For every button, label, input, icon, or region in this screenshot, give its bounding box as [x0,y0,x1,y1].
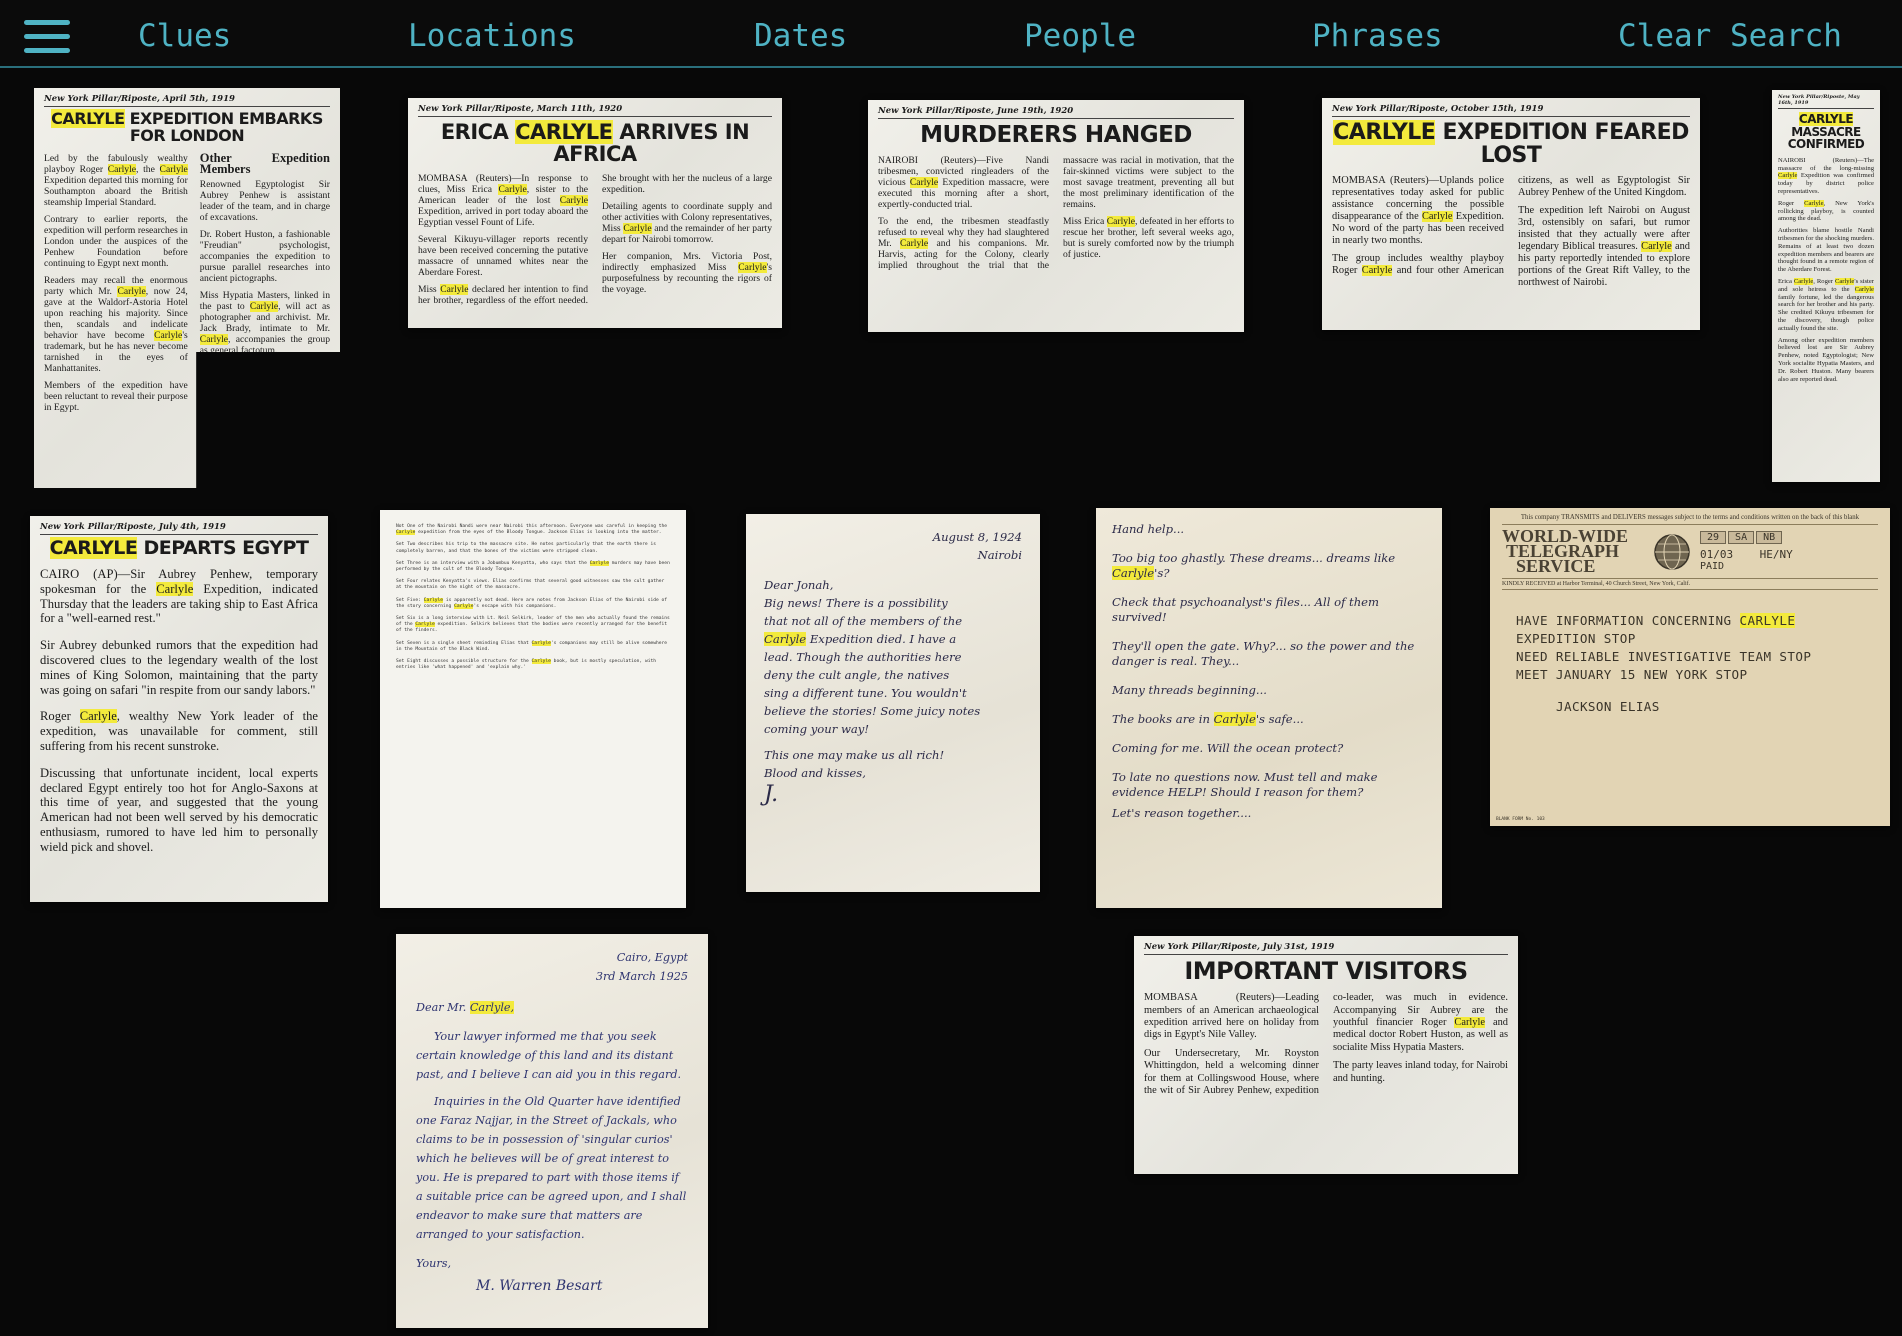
clipping-headline: ERICA CARLYLE ARRIVES IN AFRICA [440,120,750,167]
typed-paragraph: Set Three is an interview with a Jobumbu… [396,560,670,573]
letter-line: Big news! There is a possibility [764,596,948,610]
clipping-expedition-embarks[interactable]: New York Pillar/Riposte, April 5th, 1919… [34,88,340,488]
hamburger-menu-icon[interactable] [24,20,70,54]
letter-line: sing a different tune. You wouldn't [764,686,967,700]
clipping-headline: CARLYLE EXPEDITION EMBARKS FOR LONDON [51,109,323,145]
letter-place: Cairo, Egypt [616,951,688,964]
scribble-line: Coming for me. Will the ocean protect? [1112,741,1344,755]
typed-paragraph: Set Four relates Kenyatta's views. Elias… [396,579,665,591]
typed-paragraph: Set Two describes his trip to the massac… [396,542,656,554]
telegram-footer: BLANK FORM No. 103 [1496,817,1545,822]
clipping-headline: CARLYLE EXPEDITION FEARED LOST [1333,120,1689,169]
globe-icon [1654,533,1690,570]
nav-people[interactable]: People [1024,18,1136,54]
letter-line: lead. Though the authorities here [764,650,962,664]
letter-salutation: Dear Mr. Carlyle, [416,1001,515,1014]
letter-line: Dear Jonah, [764,578,834,592]
clipping-headline: MURDERERS HANGED [920,122,1192,148]
letter-warren-besart[interactable]: Cairo, Egypt 3rd March 1925 Dear Mr. Car… [396,934,708,1328]
clipping-dateline: New York Pillar/Riposte, May 16th, 1919 [1778,94,1874,109]
clipping-dateline: New York Pillar/Riposte, July 31st, 1919 [1144,942,1508,955]
telegram-jackson-elias[interactable]: This company TRANSMITS and DELIVERS mess… [1490,508,1890,826]
clipping-body: NAIROBI (Reuters)—Five Nandi tribesmen, … [878,155,1234,272]
typed-paragraph: Set Five: Carlyle is apparently not dead… [396,597,668,609]
clipping-body: MOMBASA (Reuters)—Uplands police represe… [1332,175,1690,289]
clipping-expedition-feared-lost[interactable]: New York Pillar/Riposte, October 15th, 1… [1322,98,1700,330]
scribble-line: Hand help... [1112,522,1185,536]
letter-paragraph: Your lawyer informed me that you seek ce… [416,1030,682,1081]
letter-line: This one may make us all rich! [764,748,945,762]
clipping-headline: CARLYLE MASSACRE CONFIRMED [1787,112,1865,152]
letter-line: deny the cult angle, the natives [764,668,950,682]
telegram-routing: 29 SA NB 01/03 HE/NY PAID [1700,531,1793,572]
clipping-headline: IMPORTANT VISITORS [1184,957,1468,985]
telegram-signature: JACKSON ELIAS [1556,699,1660,714]
telegram-title: WORLD-WIDE TELEGRAPH SERVICE [1502,526,1629,576]
scribble-line: Let's reason together.... [1112,806,1252,820]
nav-phrases[interactable]: Phrases [1312,18,1443,54]
scribble-line: Too big too ghastly. These dreams... dre… [1112,551,1396,580]
typed-paragraph: Set Six is a long interview with Lt. Nei… [396,616,670,634]
clipping-carlyle-departs-egypt[interactable]: New York Pillar/Riposte, July 4th, 1919 … [30,516,328,902]
letter-line: coming your way! [764,722,870,736]
typed-paragraph: Set Seven is a single sheet reminding El… [396,640,668,652]
clipping-dateline: New York Pillar/Riposte, July 4th, 1919 [40,522,318,535]
top-nav-bar: Clues Locations Dates People Phrases Cle… [0,0,1902,68]
telegram-header: This company TRANSMITS and DELIVERS mess… [1502,514,1878,525]
handwritten-letter-jonah[interactable]: August 8, 1924 Nairobi Dear Jonah, Big n… [746,514,1040,892]
typed-notes-page[interactable]: Not One of the Nairobi Nandi were near N… [380,510,686,908]
clipping-dateline: New York Pillar/Riposte, April 5th, 1919 [44,94,330,107]
letter-signature: J. [764,782,779,807]
typed-paragraph: Set Eight discusses a possible structure… [396,659,657,671]
clipping-important-visitors[interactable]: New York Pillar/Riposte, July 31st, 1919… [1134,936,1518,1174]
clipping-murderers-hanged[interactable]: New York Pillar/Riposte, June 19th, 1920… [868,100,1244,332]
clipping-body: CAIRO (AP)—Sir Aubrey Penhew, temporary … [40,566,318,854]
clipping-body: NAIROBI (Reuters)—The massacre of the lo… [1778,156,1875,383]
nav-clues[interactable]: Clues [138,18,231,54]
scribble-line: Many threads beginning... [1112,683,1267,697]
scribbled-notes-page[interactable]: Hand help... Too big too ghastly. These … [1096,508,1442,908]
letter-signature: M. Warren Besart [476,1278,603,1294]
clipping-dateline: New York Pillar/Riposte, October 15th, 1… [1332,104,1690,117]
letter-line: that not all of the members of the [764,614,963,628]
scribble-line: Check that psychoanalyst's files... All … [1112,595,1380,624]
telegram-message: HAVE INFORMATION CONCERNING CARLYLE EXPE… [1502,612,1878,716]
clipping-column-left: Led by the fabulously wealthy playboy Ro… [44,152,188,413]
letter-line: Carlyle Expedition died. I have a [764,632,957,646]
letter-place: Nairobi [977,548,1022,562]
nav-clear-search[interactable]: Clear Search [1618,18,1842,54]
clipping-body: MOMBASA (Reuters)—In response to clues, … [418,173,773,307]
letter-closing: Yours, [416,1257,451,1270]
clipping-dateline: New York Pillar/Riposte, June 19th, 1920 [878,106,1234,119]
letter-line: believe the stories! Some juicy notes [764,704,981,718]
scribble-line: They'll open the gate. Why?... so the po… [1112,639,1415,668]
clipping-body: MOMBASA (Reuters)—Leading members of an … [1144,992,1508,1097]
clipping-massacre-confirmed[interactable]: New York Pillar/Riposte, May 16th, 1919 … [1772,90,1880,482]
nav-dates[interactable]: Dates [754,18,847,54]
letter-date: 3rd March 1925 [595,970,688,983]
telegram-received-line: KINDLY RECEIVED at Harbor Terminal, 40 C… [1502,578,1878,590]
clipping-erica-arrives[interactable]: New York Pillar/Riposte, March 11th, 192… [408,98,782,328]
letter-line: Blood and kisses, [764,766,866,780]
clipping-dateline: New York Pillar/Riposte, March 11th, 192… [418,104,772,117]
clipping-headline: CARLYLE DEPARTS EGYPT [49,537,309,559]
scribble-line: To late no questions now. Must tell and … [1112,770,1378,799]
typed-paragraph: Not One of the Nairobi Nandi were near N… [396,524,668,536]
letter-date: August 8, 1924 [932,530,1022,544]
letter-paragraph: Inquiries in the Old Quarter have identi… [416,1095,687,1241]
nav-locations[interactable]: Locations [408,18,576,54]
scribble-line: The books are in Carlyle's safe... [1112,712,1304,726]
clipping-column-right: Other Expedition Members Renowned Egypto… [199,150,330,384]
